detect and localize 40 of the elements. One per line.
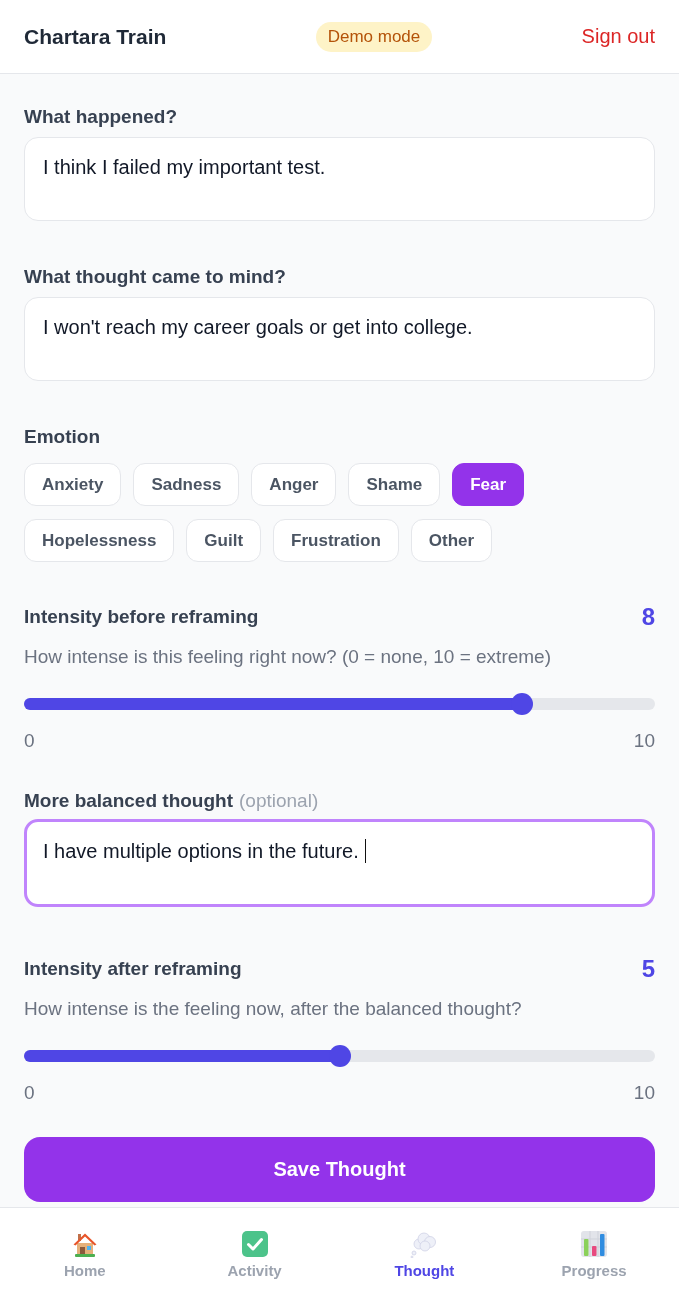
text-field[interactable]: I have multiple options in the future. (24, 819, 655, 907)
thought-cloud-icon (410, 1230, 439, 1258)
emotion-chip[interactable]: Fear (452, 463, 525, 506)
intensity-slider[interactable] (24, 1045, 655, 1067)
nav-tab[interactable]: Thought (339, 1208, 510, 1297)
save-thought-button[interactable]: Save Thought (24, 1137, 655, 1202)
slider-thumb[interactable] (511, 693, 534, 715)
scale-label: Intensity after reframing (24, 957, 242, 981)
scale-min-label: 0 (24, 729, 35, 753)
emotion-chip[interactable]: Sadness (133, 463, 240, 506)
emotion-chip[interactable]: Guilt (186, 519, 262, 562)
scale-max-label: 10 (633, 1081, 655, 1105)
sign-out-link[interactable]: Sign out (581, 25, 655, 48)
emotion-chip[interactable]: Hopelessness (24, 519, 175, 562)
optional-note: (optional) (239, 789, 319, 813)
scale-label: Intensity before reframing (24, 605, 259, 629)
checkbox-icon (240, 1230, 269, 1258)
slider-thumb[interactable] (328, 1045, 351, 1067)
emotion-chip[interactable]: Other (410, 519, 493, 562)
field-label: More balanced thought (24, 789, 233, 813)
scale-min-label: 0 (24, 1081, 35, 1105)
emotion-chip[interactable]: Frustration (273, 519, 399, 562)
app-title: Chartara Train (24, 24, 167, 49)
intensity-value: 8 (641, 605, 655, 629)
demo-mode-badge: Demo mode (315, 21, 433, 52)
scale-hint: How intense is the feeling now, after the balanced thought? (24, 997, 523, 1021)
field-label: What happened? (24, 105, 178, 129)
intensity-value: 5 (641, 957, 655, 981)
text-field[interactable]: I think I failed my important test. (24, 137, 655, 221)
field-label: What thought came to mind? (24, 265, 286, 289)
text-cursor-icon (364, 839, 367, 863)
emotion-chip[interactable]: Shame (348, 463, 441, 506)
text-field[interactable]: I won't reach my career goals or get into college. (24, 297, 655, 381)
scale-hint: How intense is this feeling right now? (0 = none, 10 = extreme) (24, 645, 552, 669)
emotion-chip[interactable]: Anxiety (24, 463, 122, 506)
scale-max-label: 10 (633, 729, 655, 753)
intensity-slider[interactable] (24, 693, 655, 715)
bar-chart-icon (580, 1230, 609, 1258)
emotion-chip[interactable]: Anger (251, 463, 337, 506)
field-label: Emotion (24, 425, 101, 449)
